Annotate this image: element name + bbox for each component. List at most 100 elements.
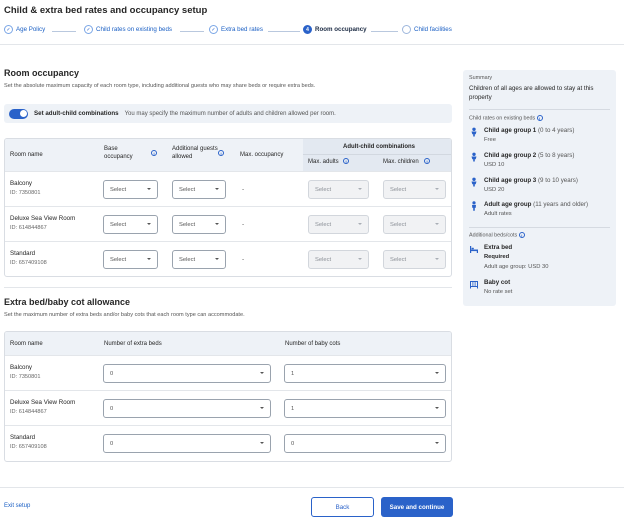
step-child-facilities[interactable]: Child facilities (402, 25, 452, 34)
additional-beds-label: Additional beds/cots i (469, 232, 525, 238)
room-name: Balcony ID: 7350801 (10, 364, 41, 380)
summary-text: Children of all ages are allowed to stay… (469, 85, 594, 101)
child-group-rate: Free (484, 137, 496, 143)
baby-cots-select[interactable]: 1 (284, 399, 446, 418)
adult-child-toggle[interactable] (9, 108, 28, 119)
chevron-down-icon (358, 223, 362, 225)
col-additional-guests: Additional guests allowed (172, 146, 218, 160)
base-occupancy-select[interactable]: Select (103, 250, 158, 269)
extra-bed-description: Set the maximum number of extra beds and… (4, 312, 245, 318)
col-max-occupancy: Max. occupancy (240, 152, 284, 158)
child-icon (471, 177, 477, 187)
chevron-down-icon (358, 188, 362, 190)
info-icon[interactable]: i (343, 158, 349, 165)
chevron-down-icon (147, 188, 151, 190)
info-icon: i (536, 115, 543, 121)
step-connector (371, 31, 398, 32)
info-icon[interactable]: i (151, 150, 157, 157)
save-and-continue-button[interactable]: Save and continue (381, 497, 453, 517)
back-button[interactable]: Back (311, 497, 374, 517)
adult-child-toggle-row: Set adult-child combinations You may spe… (4, 104, 452, 123)
col-extra-beds: Number of extra beds (104, 341, 162, 347)
child-rates-label: Child rates on existing beds i (469, 115, 543, 121)
step-age-policy[interactable]: ✓ Age Policy (4, 25, 45, 34)
chevron-down-icon (435, 407, 439, 409)
chevron-down-icon (435, 223, 439, 225)
chevron-down-icon (215, 223, 219, 225)
check-icon: ✓ (209, 25, 218, 34)
extra-bed-detail: Adult age group: USD 30 (484, 264, 549, 270)
room-name: Balcony ID: 7350801 (10, 180, 41, 196)
col-max-children: Max. children (383, 159, 419, 165)
step-extra-bed-rates[interactable]: ✓ Extra bed rates (209, 25, 263, 34)
chevron-down-icon (435, 372, 439, 374)
room-occupancy-heading: Room occupancy (4, 68, 80, 78)
step-room-occupancy[interactable]: 4 Room occupancy (303, 25, 367, 34)
room-name: Deluxe Sea View Room ID: 614844867 (10, 215, 76, 231)
child-icon (471, 152, 477, 162)
col-max-adults: Max. adults (308, 159, 339, 165)
extra-bed-heading: Extra bed/baby cot allowance (4, 297, 131, 307)
step-label: Child facilities (414, 26, 452, 33)
room-name: Deluxe Sea View Room ID: 614844867 (10, 399, 76, 415)
max-adults-select[interactable]: Select (308, 180, 369, 199)
max-children-select[interactable]: Select (383, 250, 446, 269)
step-connector (52, 31, 76, 32)
toggle-description: You may specify the maximum number of ad… (124, 110, 336, 117)
table-row: Deluxe Sea View Room ID: 614844867 Select… (5, 206, 451, 241)
extra-bed-table: Room name Number of extra beds Number of… (4, 331, 452, 462)
chevron-down-icon (147, 223, 151, 225)
step-child-rates[interactable]: ✓ Child rates on existing beds (84, 25, 172, 34)
baby-cot-detail: No rate set (484, 289, 513, 295)
extra-bed-status: Required (484, 254, 510, 260)
adult-icon (472, 201, 476, 211)
room-name: Standard ID: 657409108 (10, 250, 47, 266)
extra-beds-select[interactable]: 0 (103, 434, 271, 453)
col-adult-child: Adult-child combinations (343, 144, 415, 150)
chevron-down-icon (358, 258, 362, 260)
col-baby-cots: Number of baby cots (285, 341, 341, 347)
crib-icon (470, 281, 478, 289)
occupancy-table: Room name Base occupancy i Additional gu… (4, 138, 452, 277)
child-icon (471, 127, 477, 137)
base-occupancy-select[interactable]: Select (103, 215, 158, 234)
summary-divider (469, 109, 610, 110)
max-children-select[interactable]: Select (383, 180, 446, 199)
extra-beds-select[interactable]: 0 (103, 399, 271, 418)
exit-setup-link[interactable]: Exit setup (4, 503, 30, 509)
table-row: Standard ID: 657409108 Select Select - Se… (5, 241, 451, 276)
info-icon[interactable]: i (218, 150, 224, 157)
footer-divider (0, 487, 624, 488)
chevron-down-icon (260, 442, 264, 444)
additional-guests-select[interactable]: Select (172, 250, 226, 269)
summary-panel: Summary Children of all ages are allowed… (463, 70, 616, 306)
extra-bed-table-header: Room name Number of extra beds Number of… (5, 332, 451, 355)
baby-cots-select[interactable]: 0 (284, 434, 446, 453)
max-adults-select[interactable]: Select (308, 250, 369, 269)
header-divider (0, 44, 624, 45)
info-icon[interactable]: i (424, 158, 430, 165)
base-occupancy-select[interactable]: Select (103, 180, 158, 199)
max-adults-select[interactable]: Select (308, 215, 369, 234)
room-occupancy-description: Set the absolute maximum capacity of eac… (4, 83, 316, 89)
max-occupancy-value: - (242, 256, 245, 263)
pending-step-icon (402, 25, 411, 34)
page-title: Child & extra bed rates and occupancy se… (4, 5, 208, 16)
chevron-down-icon (435, 258, 439, 260)
max-occupancy-value: - (242, 221, 245, 228)
additional-guests-select[interactable]: Select (172, 215, 226, 234)
additional-guests-select[interactable]: Select (172, 180, 226, 199)
chevron-down-icon (435, 442, 439, 444)
baby-cots-select[interactable]: 1 (284, 364, 446, 383)
chevron-down-icon (260, 407, 264, 409)
max-children-select[interactable]: Select (383, 215, 446, 234)
chevron-down-icon (260, 372, 264, 374)
chevron-down-icon (147, 258, 151, 260)
child-group-rate: USD 10 (484, 162, 505, 168)
max-occupancy-value: - (242, 186, 245, 193)
extra-beds-select[interactable]: 0 (103, 364, 271, 383)
info-icon: i (518, 232, 525, 238)
table-row: Standard ID: 657409108 0 0 (5, 425, 451, 460)
chevron-down-icon (435, 188, 439, 190)
step-label: Room occupancy (315, 26, 367, 33)
